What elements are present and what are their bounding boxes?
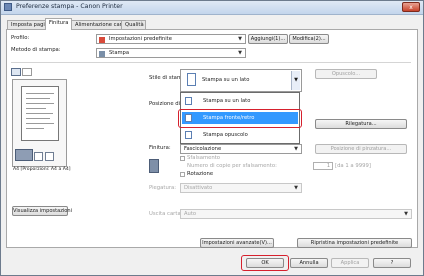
document-icon — [185, 131, 192, 139]
finishing-label: Finitura: — [149, 145, 171, 151]
chevron-down-icon: ▼ — [404, 211, 408, 217]
printer-device-icon — [15, 149, 33, 161]
window-title: Preferenze stampa - Canon Printer — [16, 3, 123, 10]
output-method-select[interactable]: Stampa ▼ — [96, 48, 246, 58]
copies-per-offset-label: Numero di copie per sfalsamento: — [187, 163, 277, 169]
page-icon — [45, 152, 54, 161]
close-button[interactable]: x — [402, 2, 420, 12]
apply-button[interactable]: Applica — [331, 258, 369, 268]
profile-label: Profilo: — [11, 35, 30, 41]
output-method-label: Metodo di stampa: — [11, 47, 61, 53]
output-method-value: Stampa — [109, 50, 130, 56]
binding-button[interactable]: Rilegatura... — [315, 119, 407, 129]
offset-checkbox[interactable] — [180, 156, 185, 161]
document-icon — [185, 97, 192, 105]
printer-icon — [99, 50, 105, 57]
option-single-sided[interactable]: Stampa su un lato — [182, 95, 298, 107]
edit-profile-button[interactable]: Modifica(2)... — [289, 34, 329, 44]
profile-select[interactable]: Impostazioni predefinite ▼ — [96, 34, 246, 44]
copies-range-label: [da 1 a 9999] — [335, 163, 371, 169]
print-style-select[interactable]: Stampa su un lato ▼ — [180, 69, 302, 92]
tab-quality[interactable]: Qualità — [121, 20, 146, 29]
title-bar: Preferenze stampa - Canon Printer x — [1, 1, 423, 15]
page-icon — [34, 152, 43, 161]
document-icon — [187, 73, 196, 86]
preview-page — [21, 86, 59, 141]
restore-defaults-button[interactable]: Ripristina impostazioni predefinite — [297, 238, 412, 248]
profile-value: Impostazioni predefinite — [109, 36, 172, 42]
cancel-button[interactable]: Annulla — [290, 258, 328, 268]
view-settings-button[interactable]: Visualizza impostazioni — [12, 206, 72, 216]
ok-highlight — [241, 255, 289, 271]
duplex-highlight — [178, 109, 302, 128]
chevron-down-icon: ▼ — [238, 50, 242, 56]
output-tray-select[interactable]: Auto ▼ — [180, 209, 412, 219]
fold-label: Piegatura: — [149, 185, 177, 191]
copies-per-offset-input[interactable]: 1 — [313, 162, 333, 170]
tab-paper-source[interactable]: Alimentazione carta — [71, 20, 127, 29]
rotation-label: Rotazione — [187, 171, 214, 177]
layout-view-icon[interactable] — [11, 68, 21, 76]
chevron-down-icon: ▼ — [238, 36, 242, 42]
offset-label: Sfalsamento — [187, 155, 221, 161]
divider — [11, 62, 411, 63]
stapler-icon — [149, 159, 159, 173]
booklet-button[interactable]: Opuscolo... — [315, 69, 377, 79]
fold-select[interactable]: Disattivato ▼ — [180, 183, 302, 193]
finishing-select[interactable]: Fascicolazione ▼ — [180, 144, 302, 154]
tab-finishing[interactable]: Finitura — [45, 18, 72, 30]
profile-icon — [99, 36, 105, 43]
fold-value: Disattivato — [184, 185, 213, 191]
rotation-checkbox[interactable] — [180, 172, 185, 177]
help-button[interactable]: ? — [373, 258, 411, 268]
chevron-down-icon: ▼ — [294, 185, 298, 191]
advanced-settings-button[interactable]: Impostazioni avanzate(V)... — [200, 238, 274, 248]
print-style-value: Stampa su un lato — [202, 77, 250, 83]
tab-page-setup[interactable]: Imposta pagina — [7, 20, 51, 29]
print-preferences-window: Preferenze stampa - Canon Printer x Impo… — [0, 0, 424, 276]
finishing-value: Fascicolazione — [184, 146, 222, 152]
preview-caption: A4 [Proporzioni: A4 a A4] — [13, 167, 71, 172]
option-booklet[interactable]: Stampa opuscolo — [182, 129, 298, 141]
add-profile-button[interactable]: Aggiungi(1)... — [248, 34, 288, 44]
printer-icon — [4, 3, 12, 11]
chevron-down-icon: ▼ — [291, 71, 300, 90]
staple-position-button[interactable]: Posizione di pinzatura... — [315, 144, 407, 154]
output-tray-value: Auto — [184, 211, 197, 217]
printer-view-icon[interactable] — [22, 68, 32, 76]
chevron-down-icon: ▼ — [294, 146, 298, 152]
